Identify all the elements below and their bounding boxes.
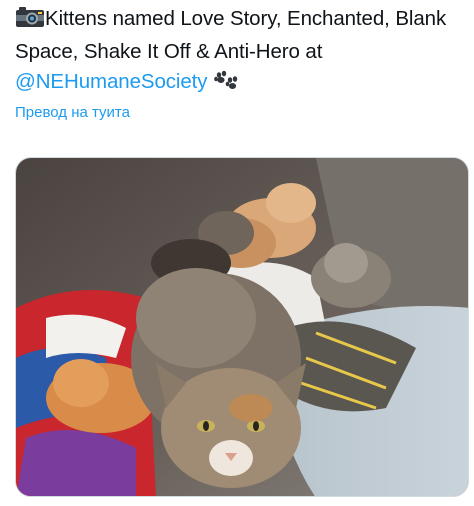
- tweet-body-text: Kittens named Love Story, Enchanted, Bla…: [15, 7, 447, 63]
- translate-tweet-link[interactable]: Превод на туита: [15, 104, 130, 121]
- mention-link[interactable]: @NEHumaneSociety: [15, 70, 208, 93]
- paw-prints-icon: [213, 69, 239, 100]
- tweet-photo[interactable]: [15, 157, 469, 497]
- camera-flash-icon: [15, 6, 45, 37]
- tweet-text: Kittens named Love Story, Enchanted, Bla…: [15, 4, 465, 100]
- kittens-photo-illustration: [16, 158, 468, 496]
